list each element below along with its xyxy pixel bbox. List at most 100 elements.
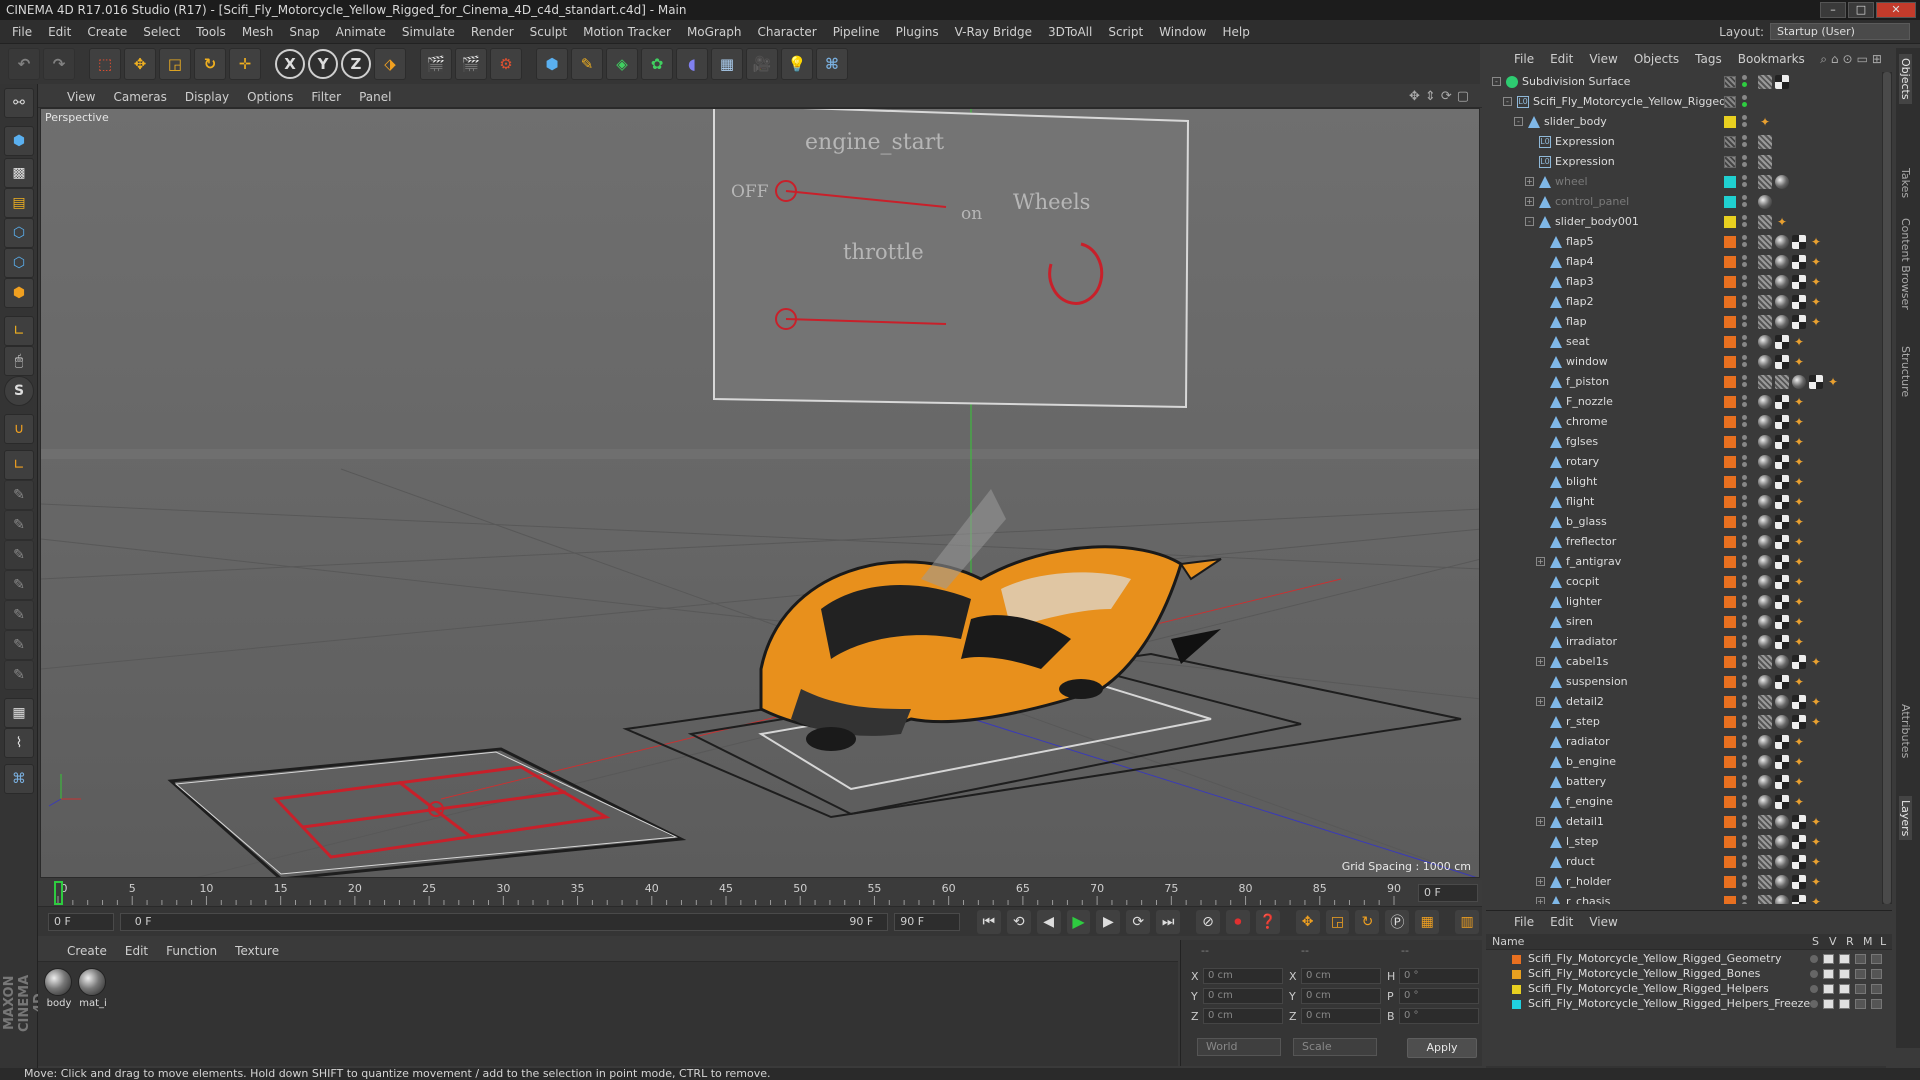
menu-mesh[interactable]: Mesh bbox=[234, 25, 282, 39]
solo-toggle[interactable] bbox=[1810, 955, 1818, 963]
ik-tag-icon[interactable] bbox=[1792, 395, 1806, 409]
layer-color-swatch[interactable] bbox=[1724, 896, 1736, 904]
z-axis-lock-button[interactable]: Z bbox=[341, 49, 371, 79]
editor-visibility-dot[interactable] bbox=[1742, 775, 1747, 780]
position-field[interactable]: 0 cm bbox=[1203, 988, 1283, 1004]
editor-visibility-dot[interactable] bbox=[1742, 275, 1747, 280]
texture-tag-icon[interactable] bbox=[1775, 455, 1789, 469]
size-field[interactable]: 0 cm bbox=[1301, 1008, 1381, 1024]
menu-3dtoall[interactable]: 3DToAll bbox=[1040, 25, 1100, 39]
visibility-dots[interactable] bbox=[1742, 695, 1748, 709]
viewport-menu-panel[interactable]: Panel bbox=[350, 90, 400, 104]
menu-v-ray-bridge[interactable]: V-Ray Bridge bbox=[947, 25, 1040, 39]
editor-visibility-dot[interactable] bbox=[1742, 375, 1747, 380]
visibility-dots[interactable] bbox=[1742, 235, 1748, 249]
texture-tag-icon[interactable] bbox=[1792, 235, 1806, 249]
rotation-field[interactable]: 0 ° bbox=[1399, 1008, 1479, 1024]
layer-color-swatch[interactable] bbox=[1724, 596, 1736, 608]
render-visibility-dot[interactable] bbox=[1742, 122, 1747, 127]
menu-snap[interactable]: Snap bbox=[281, 25, 327, 39]
material-tag-icon[interactable] bbox=[1758, 495, 1772, 509]
object-name[interactable]: rotary bbox=[1566, 455, 1599, 468]
material-tag-icon[interactable] bbox=[1775, 815, 1789, 829]
expand-icon[interactable]: + bbox=[1536, 817, 1545, 826]
object-row[interactable]: + detail1 bbox=[1486, 812, 1880, 832]
viewport-menu-view[interactable]: View bbox=[58, 90, 104, 104]
texture-tag-icon[interactable] bbox=[1775, 495, 1789, 509]
object-row[interactable]: lighter bbox=[1486, 592, 1880, 612]
object-row[interactable]: f_piston bbox=[1486, 372, 1880, 392]
editor-visibility-dot[interactable] bbox=[1742, 435, 1747, 440]
texture-tag-icon[interactable] bbox=[1792, 295, 1806, 309]
expand-icon[interactable]: + bbox=[1525, 197, 1534, 206]
view-toggle[interactable] bbox=[1823, 999, 1834, 1009]
layer-color-swatch[interactable] bbox=[1724, 876, 1736, 888]
ik-tag-icon[interactable] bbox=[1792, 355, 1806, 369]
redo-icon[interactable]: ↷ bbox=[43, 48, 75, 80]
layer-color-swatch[interactable] bbox=[1724, 636, 1736, 648]
y-axis-lock-button[interactable]: Y bbox=[308, 49, 338, 79]
object-row[interactable]: L0 Expression bbox=[1486, 152, 1880, 172]
editor-visibility-dot[interactable] bbox=[1742, 635, 1747, 640]
ik-tag-icon[interactable] bbox=[1792, 455, 1806, 469]
visibility-dots[interactable] bbox=[1742, 115, 1748, 129]
object-row[interactable]: + f_antigrav bbox=[1486, 552, 1880, 572]
rotate-tool-icon[interactable]: ↻ bbox=[194, 48, 226, 80]
polygons-mode-icon[interactable]: ⬢ bbox=[4, 278, 34, 308]
layers-menu-file[interactable]: File bbox=[1506, 915, 1542, 929]
object-row[interactable]: flap5 bbox=[1486, 232, 1880, 252]
object-row[interactable]: rotary bbox=[1486, 452, 1880, 472]
object-row[interactable]: r_step bbox=[1486, 712, 1880, 732]
end-frame-field[interactable]: 90 F bbox=[894, 912, 960, 931]
object-row[interactable]: + cabel1s bbox=[1486, 652, 1880, 672]
texture-tag-icon[interactable] bbox=[1775, 515, 1789, 529]
object-name[interactable]: r_holder bbox=[1566, 875, 1611, 888]
render-visibility-dot[interactable] bbox=[1742, 322, 1747, 327]
material-tag-icon[interactable] bbox=[1758, 455, 1772, 469]
object-name[interactable]: F_nozzle bbox=[1566, 395, 1613, 408]
layer-color-swatch[interactable] bbox=[1724, 776, 1736, 788]
menu-sculpt[interactable]: Sculpt bbox=[522, 25, 575, 39]
visibility-dots[interactable] bbox=[1742, 655, 1748, 669]
material-menu-function[interactable]: Function bbox=[157, 944, 226, 958]
layer-color-swatch[interactable] bbox=[1724, 556, 1736, 568]
render-visibility-dot[interactable] bbox=[1742, 682, 1747, 687]
material-swatch[interactable]: body bbox=[44, 968, 74, 1009]
texture-tag-icon[interactable] bbox=[1775, 635, 1789, 649]
render-visibility-dot[interactable] bbox=[1742, 662, 1747, 667]
layer-color-swatch[interactable] bbox=[1724, 496, 1736, 508]
object-row[interactable]: freflector bbox=[1486, 532, 1880, 552]
layer-color-swatch[interactable] bbox=[1724, 656, 1736, 668]
editor-visibility-dot[interactable] bbox=[1742, 95, 1747, 100]
texture-tag-icon[interactable] bbox=[1775, 335, 1789, 349]
visibility-dots[interactable] bbox=[1742, 675, 1748, 689]
visibility-dots[interactable] bbox=[1742, 75, 1748, 89]
layer-color-swatch[interactable] bbox=[1724, 216, 1736, 228]
object-name[interactable]: flap5 bbox=[1566, 235, 1594, 248]
visibility-dots[interactable] bbox=[1742, 375, 1748, 389]
brush-icon-6[interactable]: ✎ bbox=[4, 630, 34, 660]
perspective-viewport[interactable]: engine_start OFF on throttle Wheels Pers… bbox=[40, 108, 1480, 878]
expression-tag-icon[interactable] bbox=[1758, 855, 1772, 869]
menu-motion-tracker[interactable]: Motion Tracker bbox=[575, 25, 679, 39]
material-tag-icon[interactable] bbox=[1792, 375, 1806, 389]
visibility-dots[interactable] bbox=[1742, 835, 1748, 849]
brush-icon-7[interactable]: ✎ bbox=[4, 660, 34, 690]
texture-tag-icon[interactable] bbox=[1792, 255, 1806, 269]
editor-visibility-dot[interactable] bbox=[1742, 895, 1747, 900]
manager-toggle[interactable] bbox=[1855, 999, 1866, 1009]
dock-tab-structure[interactable]: Structure bbox=[1899, 346, 1912, 397]
previous-keyframe-icon[interactable]: ⟲ bbox=[1006, 909, 1031, 934]
editor-visibility-dot[interactable] bbox=[1742, 675, 1747, 680]
material-tag-icon[interactable] bbox=[1775, 895, 1789, 904]
ik-tag-icon[interactable] bbox=[1809, 815, 1823, 829]
texture-tag-icon[interactable] bbox=[1775, 415, 1789, 429]
dock-tab-layers[interactable]: Layers bbox=[1899, 796, 1912, 841]
object-name[interactable]: detail2 bbox=[1566, 695, 1604, 708]
render-visibility-dot[interactable] bbox=[1742, 602, 1747, 607]
texture-tag-icon[interactable] bbox=[1775, 735, 1789, 749]
object-row[interactable]: chrome bbox=[1486, 412, 1880, 432]
camera-icon[interactable]: 🎥 bbox=[746, 48, 778, 80]
layer-name[interactable]: Scifi_Fly_Motorcycle_Yellow_Rigged_Helpe… bbox=[1528, 997, 1810, 1010]
layer-row[interactable]: Scifi_Fly_Motorcycle_Yellow_Rigged_Helpe… bbox=[1486, 982, 1892, 997]
